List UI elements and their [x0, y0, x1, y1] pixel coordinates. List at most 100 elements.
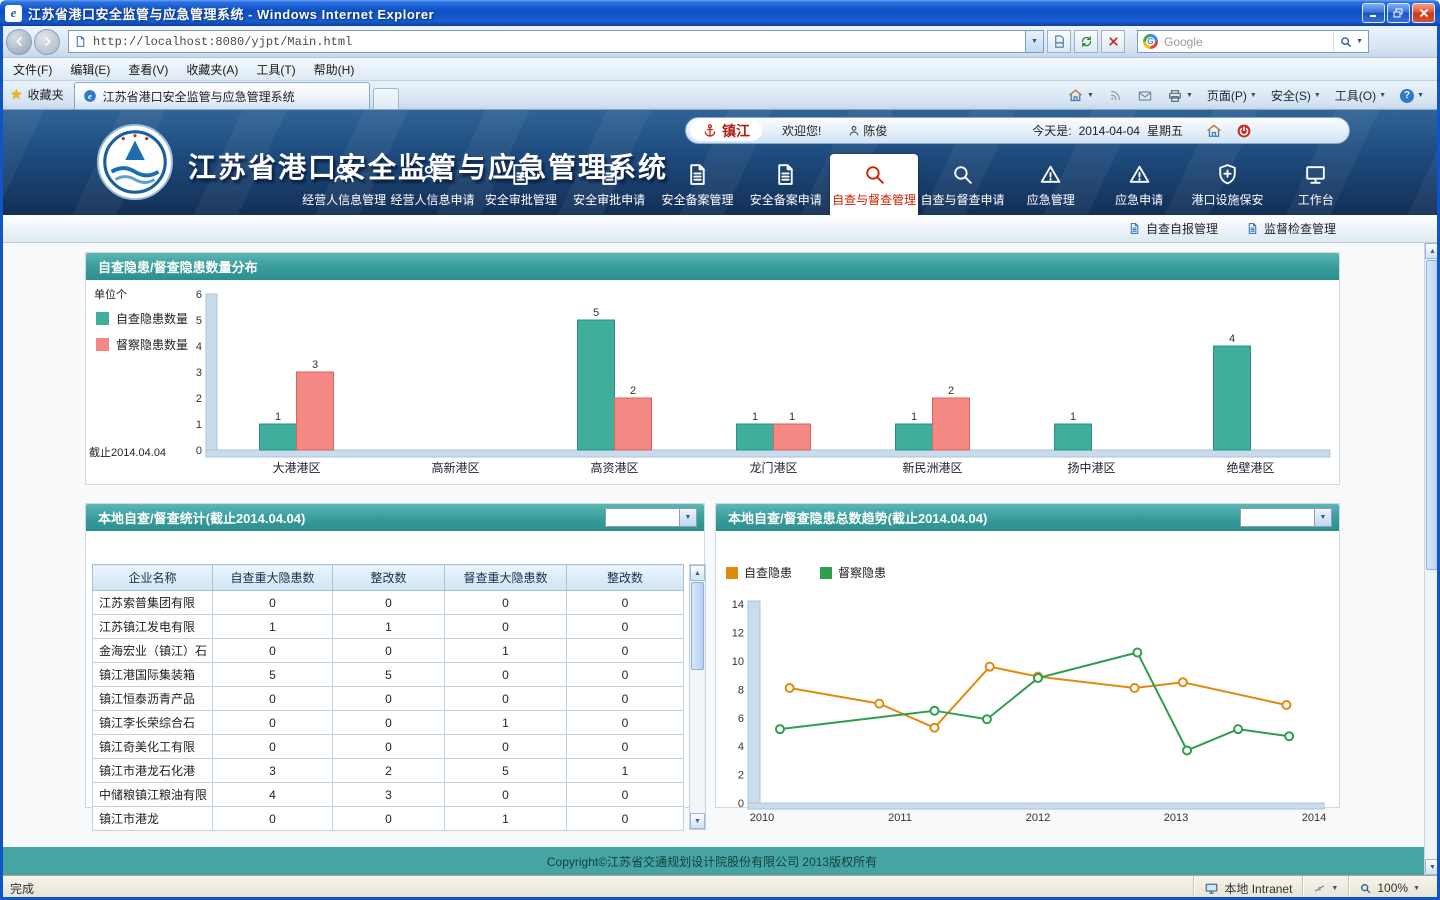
menu-item-1[interactable]: 文件(F) [4, 58, 61, 81]
restore-button[interactable] [1387, 3, 1410, 23]
minimize-button[interactable] [1362, 3, 1385, 23]
logout-icon[interactable] [1235, 122, 1253, 140]
stats-table-wrap: 企业名称自查重大隐患数整改数督查重大隐患数整改数江苏索普集团有限0000江苏镇江… [92, 564, 684, 831]
nav-item[interactable]: 自查与督查管理 [830, 154, 918, 215]
subnav-item[interactable]: 监督检查管理 [1246, 220, 1336, 237]
page-menu-button[interactable]: 页面(P)▼ [1201, 85, 1263, 106]
subnav-item[interactable]: 自查自报管理 [1128, 220, 1218, 237]
nav-label: 港口设施保安 [1191, 191, 1263, 208]
main-nav: 经营人信息管理经营人信息申请安全审批管理安全审批申请安全备案管理安全备案申请自查… [300, 154, 1360, 215]
table-filter-dropdown[interactable]: ▼ [605, 508, 697, 527]
close-button[interactable] [1412, 3, 1435, 23]
nav-label: 自查与督查申请 [920, 191, 1004, 208]
category-label: 扬中港区 [1067, 460, 1115, 475]
value-cell: 0 [333, 591, 445, 615]
menu-item-2[interactable]: 编辑(E) [61, 58, 119, 81]
menu-item-6[interactable]: 帮助(H) [305, 58, 364, 81]
cutoff-label: 截止2014.04.04 [89, 444, 166, 460]
nav-item[interactable]: 港口设施保安 [1183, 154, 1271, 215]
nav-item[interactable]: 经营人信息管理 [300, 154, 388, 215]
help-button[interactable]: ?▼ [1394, 87, 1430, 105]
menu-item-4[interactable]: 收藏夹(A) [177, 58, 247, 81]
tools-menu-button[interactable]: 工具(O)▼ [1329, 85, 1392, 106]
nav-item[interactable]: 应急申请 [1095, 154, 1183, 215]
value-cell: 0 [567, 783, 684, 807]
document-icon [597, 162, 622, 187]
menu-item-5[interactable]: 工具(T) [247, 58, 304, 81]
print-button[interactable]: ▼ [1161, 86, 1199, 106]
chevron-down-icon[interactable]: ▼ [679, 509, 696, 526]
table-row[interactable]: 江苏索普集团有限0000 [93, 591, 684, 615]
value-cell: 0 [213, 639, 333, 663]
table-row[interactable]: 中储粮镇江粮油有限4300 [93, 783, 684, 807]
menu-item-3[interactable]: 查看(V) [119, 58, 177, 81]
scroll-down-arrow[interactable]: ▼ [690, 813, 705, 829]
bar [297, 372, 334, 450]
table-row[interactable]: 江苏镇江发电有限1100 [93, 615, 684, 639]
svg-text:3: 3 [196, 367, 202, 379]
nav-item[interactable]: 经营人信息申请 [388, 154, 476, 215]
search-button[interactable]: ▼ [1333, 31, 1363, 52]
scroll-thumb[interactable] [691, 582, 704, 670]
chevron-down-icon[interactable]: ▼ [1314, 509, 1331, 526]
table-row[interactable]: 镇江市港龙石化港3251 [93, 759, 684, 783]
nav-item[interactable]: 工作台 [1272, 154, 1360, 215]
column-header: 企业名称 [93, 565, 213, 591]
copyright-text: Copyright©江苏省交通规划设计院股份有限公司 2013版权所有 [547, 853, 877, 870]
data-point [931, 724, 939, 732]
nav-item[interactable]: 安全审批申请 [565, 154, 653, 215]
home-shortcut-icon[interactable] [1205, 122, 1223, 140]
address-dropdown-button[interactable]: ▼ [1026, 30, 1044, 53]
table-row[interactable]: 镇江港国际集装箱5500 [93, 663, 684, 687]
legend-swatch-self [726, 567, 738, 579]
nav-item[interactable]: 安全备案管理 [653, 154, 741, 215]
forward-button[interactable] [34, 29, 60, 55]
trend-filter-dropdown[interactable]: ▼ [1240, 508, 1332, 527]
table-row[interactable]: 镇江奇美化工有限0000 [93, 735, 684, 759]
value-cell: 0 [567, 615, 684, 639]
value-cell: 5 [213, 663, 333, 687]
nav-item[interactable]: 应急管理 [1007, 154, 1095, 215]
value-cell: 0 [213, 687, 333, 711]
value-cell: 0 [567, 663, 684, 687]
scroll-up-arrow[interactable]: ▲ [690, 565, 705, 581]
document-icon [1246, 222, 1259, 235]
search-options-caret[interactable]: ▼ [1356, 38, 1363, 45]
browser-tab[interactable]: e 江苏省港口安全监管与应急管理系统 [74, 82, 370, 109]
value-cell: 1 [213, 615, 333, 639]
value-cell: 0 [333, 639, 445, 663]
legend-label-self: 自查隐患数量 [116, 310, 188, 327]
bar-value-label: 1 [275, 411, 281, 423]
computer-icon [1204, 881, 1219, 896]
value-cell: 0 [213, 735, 333, 759]
search-box[interactable]: G Google ▼ [1137, 30, 1369, 53]
read-mail-button[interactable] [1131, 86, 1159, 106]
stop-button[interactable] [1101, 30, 1125, 53]
search-placeholder: Google [1164, 35, 1333, 49]
table-row[interactable]: 金海宏业（镇江）石0010 [93, 639, 684, 663]
compatibility-button[interactable] [1047, 30, 1071, 53]
svg-text:14: 14 [732, 599, 744, 611]
nav-item[interactable]: 自查与督查申请 [918, 154, 1006, 215]
new-tab-stub[interactable] [373, 88, 399, 109]
subnav-label: 监督检查管理 [1264, 220, 1336, 237]
year-label: 2010 [750, 812, 774, 824]
legend-label-inspect: 督察隐患 [838, 564, 886, 581]
table-scrollbar[interactable]: ▲ ▼ [689, 564, 706, 830]
favorites-button[interactable]: ★ 收藏夹 [0, 86, 74, 109]
table-row[interactable]: 镇江恒泰沥青产品0000 [93, 687, 684, 711]
svg-text:8: 8 [738, 684, 744, 696]
nav-item[interactable]: 安全审批管理 [477, 154, 565, 215]
value-cell: 2 [333, 759, 445, 783]
home-button[interactable]: ▼ [1061, 85, 1100, 106]
feeds-button[interactable] [1102, 86, 1129, 105]
table-row[interactable]: 镇江李长荣综合石0010 [93, 711, 684, 735]
back-button[interactable] [6, 29, 32, 55]
address-bar[interactable]: http://localhost:8080/yjpt/Main.html [68, 30, 1026, 53]
svg-text:6: 6 [196, 289, 202, 301]
data-point [1133, 648, 1141, 656]
safety-menu-button[interactable]: 安全(S)▼ [1265, 85, 1327, 106]
refresh-button[interactable] [1074, 30, 1098, 53]
nav-item[interactable]: 安全备案申请 [742, 154, 830, 215]
table-row[interactable]: 镇江市港龙0010 [93, 807, 684, 831]
